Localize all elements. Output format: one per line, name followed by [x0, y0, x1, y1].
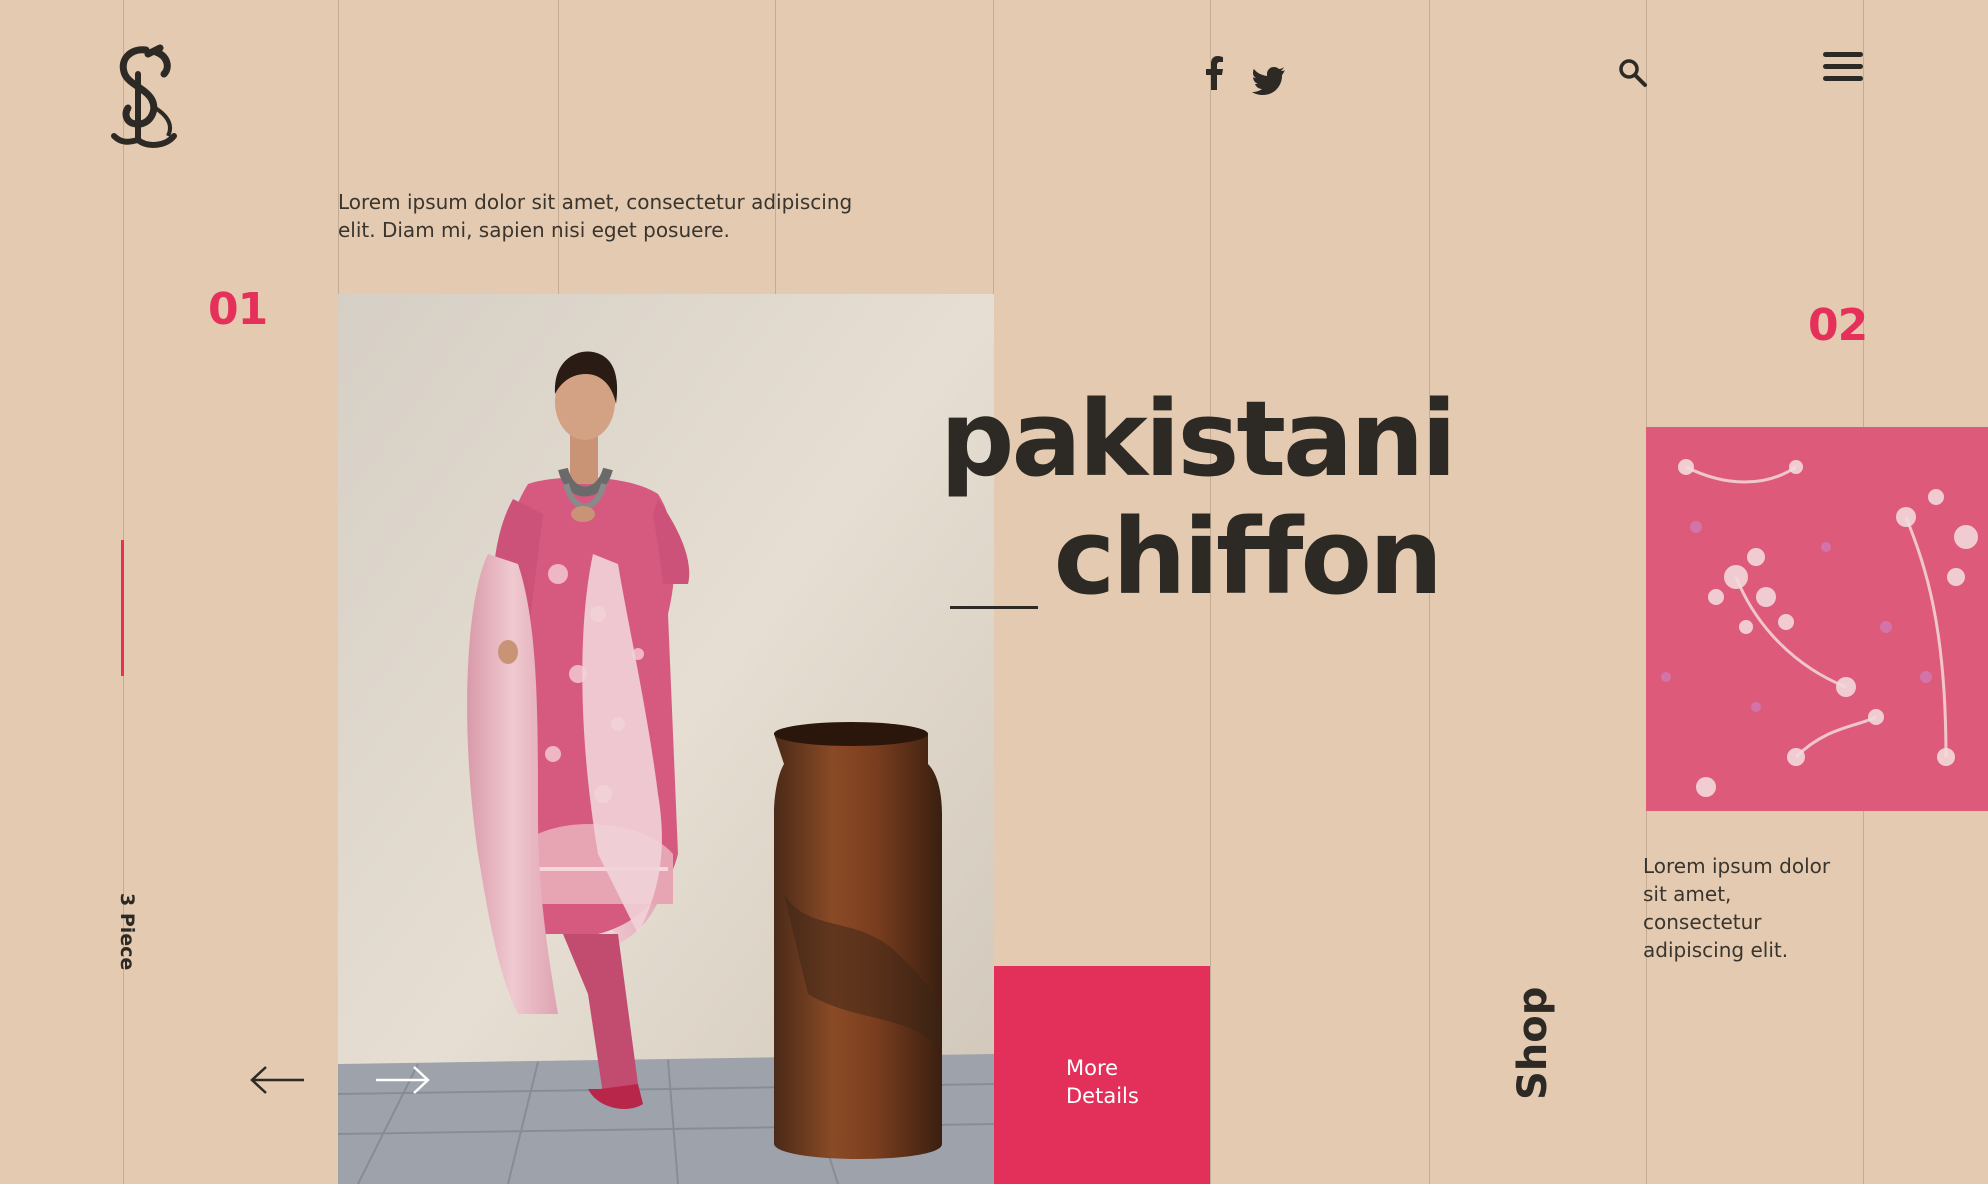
- hamburger-menu-icon[interactable]: [1823, 52, 1863, 86]
- facebook-icon[interactable]: [1200, 56, 1228, 90]
- product-photo: [338, 294, 994, 1184]
- hero-headline: pakistani chiffon: [940, 378, 1457, 618]
- product-description: Lorem ipsum dolor sit amet, consectetur …: [1643, 854, 1831, 962]
- fabric-closeup-photo[interactable]: [1646, 427, 1988, 811]
- brand-logo-icon[interactable]: [108, 44, 188, 154]
- slide-number-next: 02: [1808, 300, 1868, 351]
- progress-indicator: [121, 540, 124, 676]
- arrow-right-icon[interactable]: [374, 1063, 432, 1097]
- more-details-label: More Details: [1066, 1056, 1139, 1108]
- category-label[interactable]: 3 Piece: [116, 893, 138, 993]
- slide-number-current: 01: [208, 284, 268, 335]
- search-icon[interactable]: [1618, 58, 1648, 88]
- menu-bar: [1823, 52, 1863, 57]
- menu-bar: [1823, 64, 1863, 69]
- twitter-icon[interactable]: [1252, 64, 1286, 98]
- arrow-left-icon[interactable]: [248, 1063, 306, 1097]
- menu-bar: [1823, 76, 1863, 81]
- headline-line-1: pakistani: [940, 378, 1457, 500]
- more-details-button[interactable]: More Details: [994, 966, 1210, 1184]
- intro-text: Lorem ipsum dolor sit amet, consectetur …: [338, 190, 853, 242]
- headline-dash: [950, 606, 1038, 609]
- headline-line-2: chiffon: [1053, 496, 1443, 618]
- shop-link[interactable]: Shop: [1510, 987, 1556, 1100]
